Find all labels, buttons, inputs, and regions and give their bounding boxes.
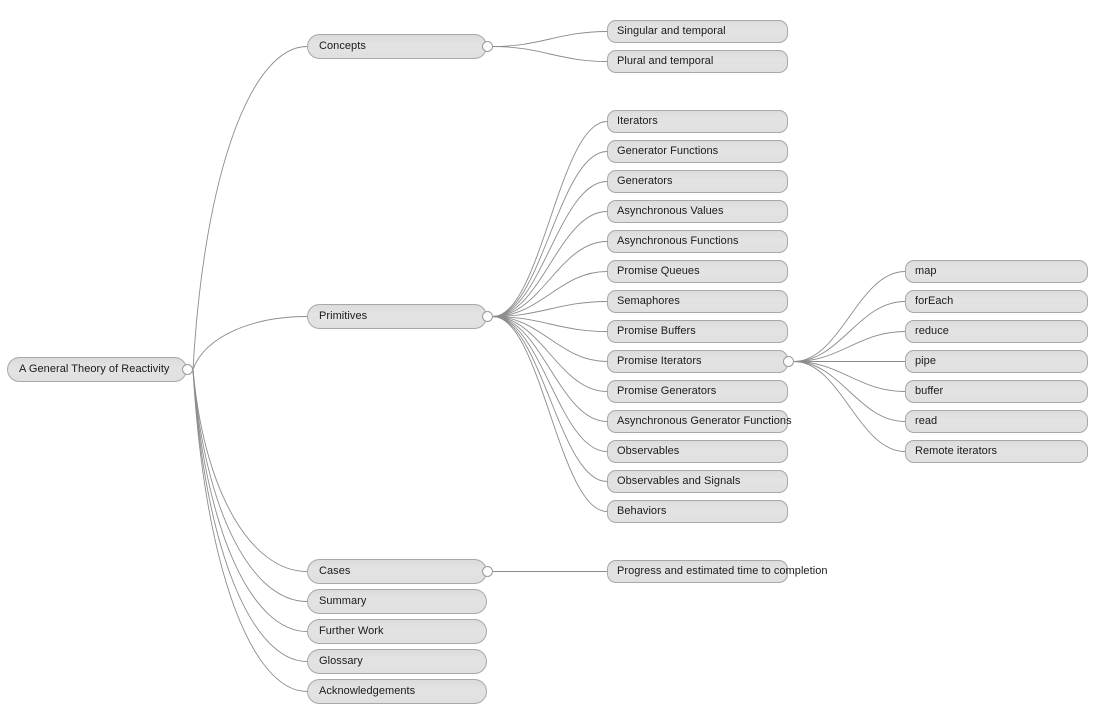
collapse-toggle-primitives[interactable] [482, 311, 493, 322]
node-label: pipe [915, 355, 936, 367]
node-label: Generator Functions [617, 145, 719, 157]
branch-node-further-work[interactable]: Further Work [307, 619, 487, 644]
branch-node-glossary[interactable]: Glossary [307, 649, 487, 674]
child-node-observables[interactable]: Observables [607, 440, 788, 463]
branch-node-concepts[interactable]: Concepts [307, 34, 487, 59]
node-label: Observables [617, 445, 680, 457]
node-label: Promise Queues [617, 265, 700, 277]
grandchild-node-foreach[interactable]: forEach [905, 290, 1088, 313]
node-label: Singular and temporal [617, 25, 726, 37]
branch-node-primitives[interactable]: Primitives [307, 304, 487, 329]
child-node-asynchronous-values[interactable]: Asynchronous Values [607, 200, 788, 223]
node-label: Generators [617, 175, 673, 187]
child-node-plural-and-temporal[interactable]: Plural and temporal [607, 50, 788, 73]
child-node-promise-buffers[interactable]: Promise Buffers [607, 320, 788, 343]
collapse-toggle-cases[interactable] [482, 566, 493, 577]
mindmap-nodes: A General Theory of Reactivity Concepts Si… [0, 0, 1105, 718]
node-label: Plural and temporal [617, 55, 714, 67]
node-label: Remote iterators [915, 445, 998, 457]
node-label: Asynchronous Generator Functions [617, 415, 792, 427]
node-label: Behaviors [617, 505, 667, 517]
grandchild-node-buffer[interactable]: buffer [905, 380, 1088, 403]
collapse-toggle-concepts[interactable] [482, 41, 493, 52]
node-label: map [915, 265, 937, 277]
grandchild-node-pipe[interactable]: pipe [905, 350, 1088, 373]
grandchild-node-remote-iterators[interactable]: Remote iterators [905, 440, 1088, 463]
collapse-toggle-a-general-theory-of-reactivity[interactable] [182, 364, 193, 375]
node-label: Further Work [319, 625, 384, 637]
grandchild-node-reduce[interactable]: reduce [905, 320, 1088, 343]
child-node-iterators[interactable]: Iterators [607, 110, 788, 133]
collapse-toggle-promise-iterators[interactable] [783, 356, 794, 367]
child-node-promise-iterators[interactable]: Promise Iterators [607, 350, 788, 373]
node-label: buffer [915, 385, 944, 397]
node-label: Iterators [617, 115, 658, 127]
node-label: Promise Buffers [617, 325, 696, 337]
child-node-progress-and-estimated-time-to-completion[interactable]: Progress and estimated time to completio… [607, 560, 827, 583]
child-node-observables-and-signals[interactable]: Observables and Signals [607, 470, 788, 493]
child-node-generator-functions[interactable]: Generator Functions [607, 140, 788, 163]
node-label: read [915, 415, 938, 427]
node-label: Promise Generators [617, 385, 717, 397]
node-label: Asynchronous Functions [617, 235, 739, 247]
child-node-behaviors[interactable]: Behaviors [607, 500, 788, 523]
child-node-promise-generators[interactable]: Promise Generators [607, 380, 788, 403]
branch-node-summary[interactable]: Summary [307, 589, 487, 614]
node-label: A General Theory of Reactivity [19, 363, 170, 375]
grandchild-node-map[interactable]: map [905, 260, 1088, 283]
root-node-a-general-theory-of-reactivity[interactable]: A General Theory of Reactivity [7, 357, 187, 382]
branch-node-cases[interactable]: Cases [307, 559, 487, 584]
child-node-asynchronous-functions[interactable]: Asynchronous Functions [607, 230, 788, 253]
node-label: Promise Iterators [617, 355, 702, 367]
child-node-semaphores[interactable]: Semaphores [607, 290, 788, 313]
branch-node-acknowledgements[interactable]: Acknowledgements [307, 679, 487, 704]
node-label: Progress and estimated time to completio… [617, 565, 828, 577]
child-node-generators[interactable]: Generators [607, 170, 788, 193]
grandchild-node-read[interactable]: read [905, 410, 1088, 433]
node-label: Concepts [319, 40, 366, 52]
node-label: Semaphores [617, 295, 680, 307]
mindmap-canvas: A General Theory of Reactivity Concepts Si… [0, 0, 1105, 718]
child-node-asynchronous-generator-functions[interactable]: Asynchronous Generator Functions [607, 410, 792, 433]
node-label: Asynchronous Values [617, 205, 724, 217]
node-label: Acknowledgements [319, 685, 416, 697]
node-label: Observables and Signals [617, 475, 741, 487]
child-node-promise-queues[interactable]: Promise Queues [607, 260, 788, 283]
child-node-singular-and-temporal[interactable]: Singular and temporal [607, 20, 788, 43]
node-label: Primitives [319, 310, 368, 322]
node-label: reduce [915, 325, 949, 337]
node-label: Cases [319, 565, 351, 577]
node-label: forEach [915, 295, 954, 307]
node-label: Glossary [319, 655, 363, 667]
node-label: Summary [319, 595, 367, 607]
